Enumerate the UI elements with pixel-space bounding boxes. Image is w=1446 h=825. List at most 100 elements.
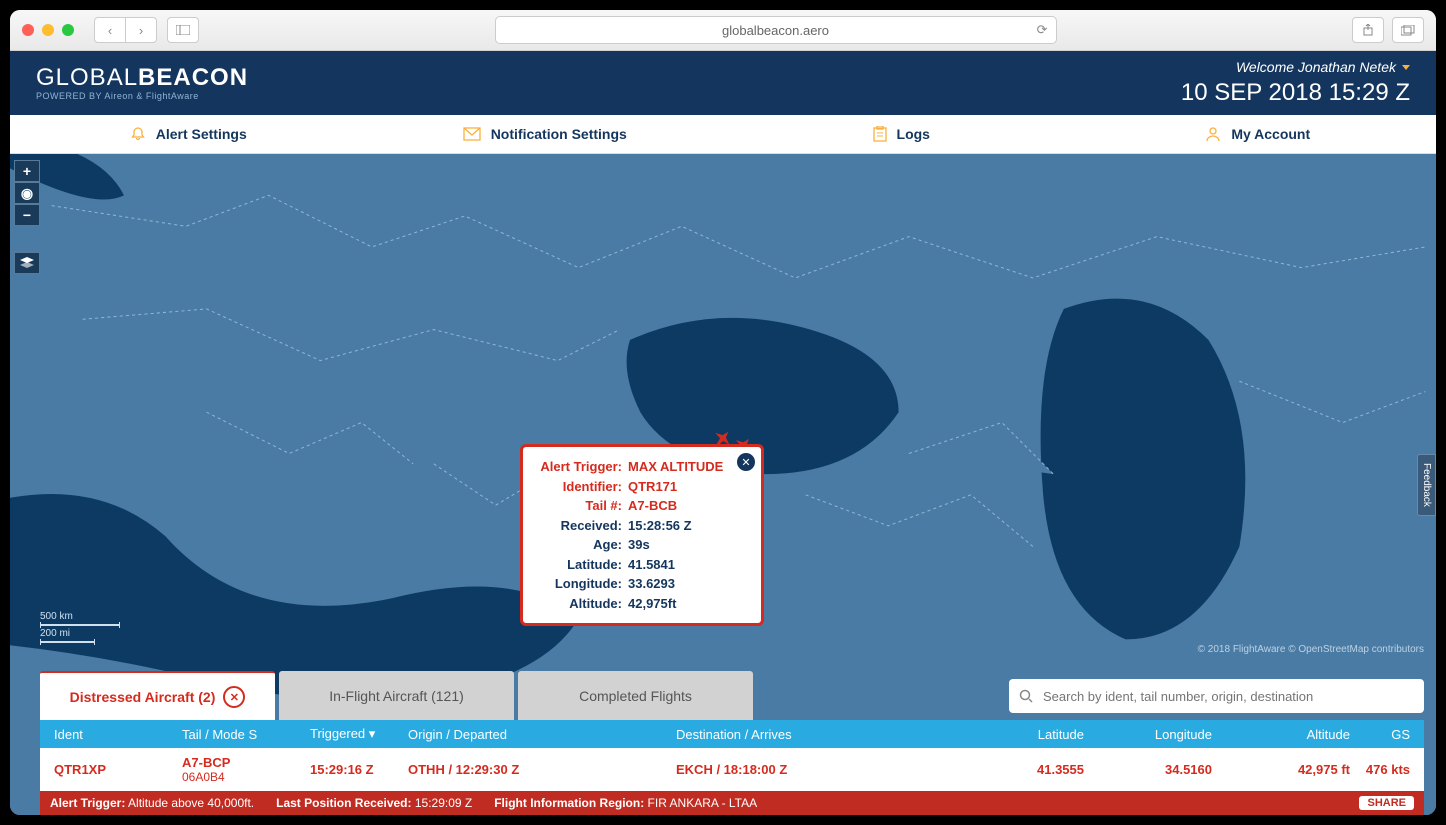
nav-logs[interactable]: Logs [723, 115, 1080, 153]
popup-label: Alert Trigger: [537, 457, 622, 477]
popup-value: 15:28:56 Z [628, 516, 692, 536]
envelope-icon [463, 127, 481, 141]
toolbar-right [1352, 17, 1424, 43]
cell-ident: QTR1XP [50, 762, 178, 777]
nav-label: Logs [897, 126, 930, 142]
search-input[interactable] [1041, 688, 1414, 705]
reload-icon[interactable]: ⟳ [1037, 22, 1048, 38]
popup-label: Received: [537, 516, 622, 536]
forward-button[interactable]: › [126, 17, 157, 43]
th-latitude[interactable]: Latitude [960, 727, 1088, 742]
flight-tabs: Distressed Aircraft (2) ✕ In-Flight Airc… [40, 671, 1424, 721]
th-gs[interactable]: GS [1354, 727, 1414, 742]
popup-row: Alert Trigger: MAX ALTITUDE [537, 457, 747, 477]
cell-altitude: 42,975 ft [1216, 762, 1354, 777]
th-ident[interactable]: Ident [50, 727, 178, 742]
close-icon[interactable]: ✕ [737, 453, 755, 471]
close-window-icon[interactable] [22, 24, 34, 36]
tab-completed[interactable]: Completed Flights [518, 671, 753, 721]
welcome-text: Welcome Jonathan Netek [1236, 59, 1396, 75]
popup-value: MAX ALTITUDE [628, 457, 723, 477]
feedback-tab[interactable]: Feedback [1417, 454, 1436, 516]
address-bar-wrap: globalbeacon.aero ⟳ [209, 16, 1342, 44]
tab-label: Completed Flights [579, 688, 692, 704]
clear-filter-icon[interactable]: ✕ [223, 686, 245, 708]
foot-fir-label: Flight Information Region: [494, 796, 644, 810]
popup-label: Altitude: [537, 594, 622, 614]
popup-row: Altitude: 42,975ft [537, 594, 747, 614]
globe-button[interactable]: ◉ [14, 182, 40, 204]
th-tail[interactable]: Tail / Mode S [178, 727, 306, 742]
popup-value: 41.5841 [628, 555, 675, 575]
search-icon [1019, 689, 1033, 703]
clipboard-icon [873, 126, 887, 142]
zoom-in-button[interactable]: + [14, 160, 40, 182]
nav-label: My Account [1231, 126, 1310, 142]
header-right: Welcome Jonathan Netek 10 SEP 2018 15:29… [1181, 59, 1410, 107]
map-area[interactable]: + ◉ − 500 km 200 mi © 2018 FlightAware ©… [10, 154, 1436, 815]
table-footer: Alert Trigger: Altitude above 40,000ft. … [40, 791, 1424, 815]
th-triggered[interactable]: Triggered ▾ [306, 726, 404, 742]
cell-origin: OTHH / 12:29:30 Z [404, 762, 672, 777]
popup-value: QTR171 [628, 477, 677, 497]
popup-row: Age:39s [537, 535, 747, 555]
popup-value: 42,975ft [628, 594, 676, 614]
foot-lastpos-label: Last Position Received: [276, 796, 411, 810]
tab-label: Distressed Aircraft (2) [70, 689, 216, 705]
popup-row: Latitude: 41.5841 [537, 555, 747, 575]
nav-alert-settings[interactable]: Alert Settings [10, 115, 367, 153]
main-nav: Alert Settings Notification Settings Log… [10, 115, 1436, 154]
tab-inflight[interactable]: In-Flight Aircraft (121) [279, 671, 514, 721]
share-button[interactable]: SHARE [1359, 796, 1414, 810]
user-menu[interactable]: Welcome Jonathan Netek [1236, 59, 1410, 75]
window-controls [22, 24, 74, 36]
share-browser-button[interactable] [1352, 17, 1384, 43]
popup-row: Tail #:A7-BCB [537, 496, 747, 516]
fullscreen-window-icon[interactable] [62, 24, 74, 36]
foot-lastpos-value: 15:29:09 Z [415, 796, 472, 810]
th-longitude[interactable]: Longitude [1088, 727, 1216, 742]
map-zoom-controls: + ◉ − [14, 160, 40, 226]
datetime-display: 10 SEP 2018 15:29 Z [1181, 79, 1410, 107]
logo-subtext: POWERED BY Aireon & FlightAware [36, 92, 248, 101]
nav-my-account[interactable]: My Account [1080, 115, 1437, 153]
table-row[interactable]: QTR1XP A7-BCP 06A0B4 15:29:16 Z OTHH / 1… [40, 748, 1424, 791]
flight-search[interactable] [1009, 679, 1424, 713]
scale-km: 500 km [40, 611, 120, 622]
user-icon [1205, 126, 1221, 142]
cell-triggered: 15:29:16 Z [306, 762, 404, 777]
logo-text-bold: BEACON [138, 64, 248, 91]
sidebar-button[interactable] [167, 17, 199, 43]
browser-toolbar: ‹ › globalbeacon.aero ⟳ [10, 10, 1436, 51]
back-button[interactable]: ‹ [94, 17, 126, 43]
layers-button[interactable] [14, 252, 40, 274]
chevron-down-icon [1402, 65, 1410, 70]
tabs-browser-button[interactable] [1392, 17, 1424, 43]
scale-mi: 200 mi [40, 628, 120, 639]
minimize-window-icon[interactable] [42, 24, 54, 36]
map-scale: 500 km 200 mi [40, 611, 120, 645]
popup-value: 39s [628, 535, 650, 555]
nav-buttons: ‹ › [94, 17, 157, 43]
th-origin[interactable]: Origin / Departed [404, 727, 672, 742]
zoom-out-button[interactable]: − [14, 204, 40, 226]
nav-label: Alert Settings [156, 126, 247, 142]
tab-distressed[interactable]: Distressed Aircraft (2) ✕ [40, 671, 275, 721]
foot-trigger-value: Altitude above 40,000ft. [128, 796, 254, 810]
address-bar[interactable]: globalbeacon.aero ⟳ [495, 16, 1057, 44]
logo-text-thin: GLOBAL [36, 64, 138, 91]
popup-row: Received: 15:28:56 Z [537, 516, 747, 536]
browser-window: ‹ › globalbeacon.aero ⟳ GLOBALBEACON [10, 10, 1436, 815]
th-altitude[interactable]: Altitude [1216, 727, 1354, 742]
logo[interactable]: GLOBALBEACON POWERED BY Aireon & FlightA… [36, 66, 248, 101]
nav-notification-settings[interactable]: Notification Settings [367, 115, 724, 153]
th-destination[interactable]: Destination / Arrives [672, 727, 960, 742]
popup-label: Tail #: [537, 496, 622, 516]
cell-tail: A7-BCP 06A0B4 [178, 755, 306, 784]
popup-value: 33.6293 [628, 574, 675, 594]
popup-label: Identifier: [537, 477, 622, 497]
popup-row: Identifier: QTR171 [537, 477, 747, 497]
nav-label: Notification Settings [491, 126, 627, 142]
popup-label: Latitude: [537, 555, 622, 575]
cell-gs: 476 kts [1354, 762, 1414, 777]
